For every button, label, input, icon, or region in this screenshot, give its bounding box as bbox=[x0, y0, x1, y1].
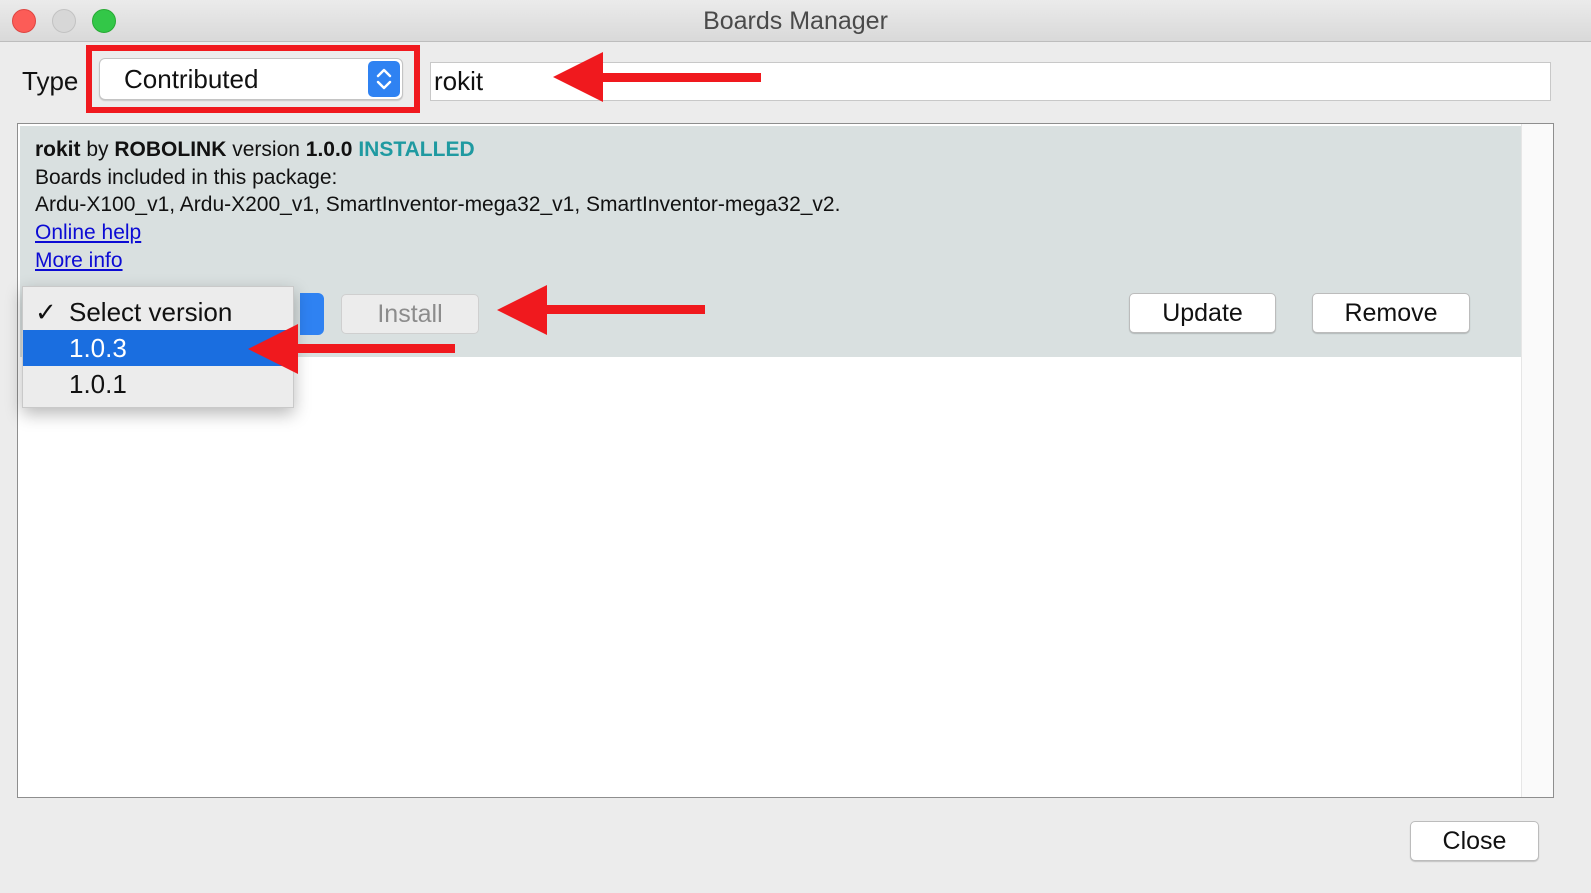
title-bar: Boards Manager bbox=[0, 0, 1591, 42]
update-button[interactable]: Update bbox=[1129, 293, 1276, 333]
package-version-label: version bbox=[232, 138, 300, 161]
boards-list: Ardu-X100_v1, Ardu-X200_v1, SmartInvento… bbox=[35, 193, 841, 216]
remove-button[interactable]: Remove bbox=[1312, 293, 1470, 333]
dropdown-item-label: Select version bbox=[69, 297, 233, 327]
package-name: rokit bbox=[35, 138, 81, 161]
dropdown-item-label: 1.0.3 bbox=[69, 333, 127, 363]
online-help-link-row: Online help bbox=[35, 219, 141, 247]
online-help-link[interactable]: Online help bbox=[35, 221, 141, 244]
search-input[interactable] bbox=[430, 62, 1551, 101]
more-info-link[interactable]: More info bbox=[35, 249, 123, 272]
chevron-up-down-icon bbox=[368, 61, 400, 97]
scrollbar[interactable] bbox=[1521, 124, 1553, 797]
dropdown-item-1-0-3[interactable]: 1.0.3 bbox=[23, 330, 293, 366]
status-badge: INSTALLED bbox=[358, 138, 475, 161]
version-dropdown: ✓ Select version 1.0.3 1.0.1 bbox=[22, 286, 294, 408]
dropdown-item-label: 1.0.1 bbox=[69, 369, 127, 399]
version-select-stepper[interactable] bbox=[300, 293, 324, 335]
checkmark-icon: ✓ bbox=[35, 297, 57, 327]
window-title: Boards Manager bbox=[703, 7, 888, 35]
type-select-value: Contributed bbox=[124, 64, 259, 94]
package-list: rokit by ROBOLINK version 1.0.0 INSTALLE… bbox=[17, 123, 1554, 798]
package-version: 1.0.0 bbox=[305, 138, 353, 161]
package-header: rokit by ROBOLINK version 1.0.0 INSTALLE… bbox=[35, 136, 475, 164]
package-by: by bbox=[86, 138, 109, 161]
install-button[interactable]: Install bbox=[341, 294, 479, 334]
close-button[interactable]: Close bbox=[1410, 821, 1539, 861]
boards-heading: Boards included in this package: bbox=[35, 166, 338, 189]
type-select[interactable]: Contributed bbox=[99, 58, 403, 100]
dropdown-item-1-0-1[interactable]: 1.0.1 bbox=[23, 366, 293, 402]
dropdown-item-select-version[interactable]: ✓ Select version bbox=[23, 294, 293, 330]
type-label: Type bbox=[22, 66, 79, 96]
package-author: ROBOLINK bbox=[114, 138, 227, 161]
more-info-link-row: More info bbox=[35, 247, 123, 275]
